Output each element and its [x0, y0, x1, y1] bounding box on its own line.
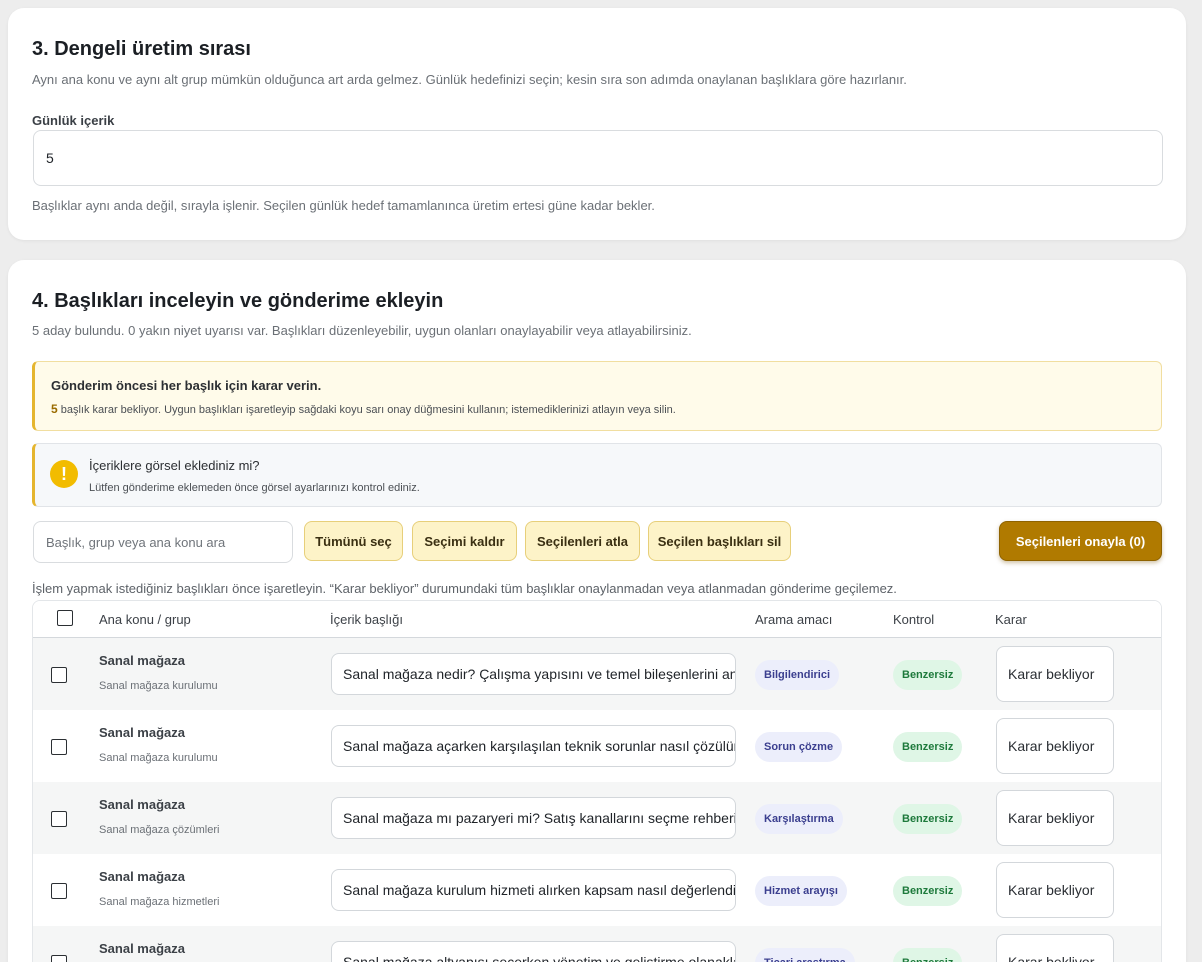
decision-select[interactable]: Karar bekliyor [996, 934, 1114, 962]
search-input[interactable] [33, 521, 293, 563]
row-topic: Sanal mağaza [99, 869, 185, 884]
row-title-input[interactable] [331, 653, 736, 695]
warning-text-line: 5 başlık karar bekliyor. Uygun başlıklar… [51, 402, 676, 416]
titles-table: Ana konu / grup İçerik başlığı Arama ama… [32, 600, 1162, 962]
production-order-card: 3. Dengeli üretim sırası Aynı ana konu v… [8, 8, 1186, 240]
warning-text: başlık karar bekliyor. Uygun başlıkları … [60, 404, 676, 416]
row-checkbox[interactable] [51, 883, 67, 899]
approve-selected-button[interactable]: Seçilenleri onayla (0) [999, 521, 1162, 561]
table-header: Ana konu / grup İçerik başlığı Arama ama… [33, 601, 1161, 638]
check-badge: Benzersiz [893, 804, 963, 834]
row-title-input[interactable] [331, 941, 736, 962]
table-row: Sanal mağaza Sanal mağaza kurulumu Bilgi… [33, 638, 1161, 710]
clear-selection-button[interactable]: Seçimi kaldır [412, 521, 517, 561]
table-row: Sanal mağaza Sanal mağaza çözümleri Karş… [33, 782, 1161, 854]
header-content-title: İçerik başlığı [330, 612, 403, 627]
intent-badge: Bilgilendirici [755, 660, 840, 690]
row-group: Sanal mağaza çözümleri [99, 824, 220, 836]
row-title-input[interactable] [331, 869, 736, 911]
row-topic: Sanal mağaza [99, 725, 185, 740]
table-row: Sanal mağaza Sanal mağaza hizmetleri Hiz… [33, 854, 1161, 926]
table-row: Sanal mağaza Ticari araştırma Benzersiz … [33, 926, 1161, 962]
check-badge: Benzersiz [893, 948, 963, 962]
decision-warning-box: Gönderim öncesi her başlık için karar ve… [32, 361, 1162, 431]
section3-title: 3. Dengeli üretim sırası [32, 38, 251, 60]
skip-selected-button[interactable]: Seçilenleri atla [525, 521, 640, 561]
warning-title: Gönderim öncesi her başlık için karar ve… [51, 378, 322, 393]
row-title-input[interactable] [331, 725, 736, 767]
decision-select[interactable]: Karar bekliyor [996, 646, 1114, 702]
select-all-checkbox[interactable] [57, 610, 73, 626]
image-reminder-box: ! İçeriklere görsel eklediniz mi? Lütfen… [32, 443, 1162, 507]
info-text: Lütfen gönderime eklemeden önce görsel a… [89, 482, 420, 494]
check-badge: Benzersiz [893, 732, 963, 762]
header-topic-group: Ana konu / grup [99, 612, 191, 627]
row-group: Sanal mağaza kurulumu [99, 752, 218, 764]
check-badge: Benzersiz [893, 876, 963, 906]
row-topic: Sanal mağaza [99, 653, 185, 668]
section4-title: 4. Başlıkları inceleyin ve gönderime ekl… [32, 290, 444, 312]
intent-badge: Karşılaştırma [755, 804, 843, 834]
selection-hint: İşlem yapmak istediğiniz başlıkları önce… [32, 581, 897, 596]
pending-count: 5 [51, 402, 58, 416]
row-group: Sanal mağaza kurulumu [99, 680, 218, 692]
decision-select[interactable]: Karar bekliyor [996, 790, 1114, 846]
row-title-input[interactable] [331, 797, 736, 839]
row-topic: Sanal mağaza [99, 797, 185, 812]
daily-content-label: Günlük içerik [32, 113, 115, 128]
section3-note: Başlıklar aynı anda değil, sırayla işlen… [32, 198, 655, 213]
row-topic: Sanal mağaza [99, 941, 185, 956]
daily-content-input[interactable] [33, 130, 1163, 186]
section3-description: Aynı ana konu ve aynı alt grup mümkün ol… [32, 72, 907, 87]
review-titles-card: 4. Başlıkları inceleyin ve gönderime ekl… [8, 260, 1186, 962]
exclamation-icon: ! [50, 460, 78, 488]
intent-badge: Ticari araştırma [755, 948, 855, 962]
row-checkbox[interactable] [51, 667, 67, 683]
header-decision: Karar [995, 612, 1027, 627]
intent-badge: Sorun çözme [755, 732, 843, 762]
header-check: Kontrol [893, 612, 935, 627]
decision-select[interactable]: Karar bekliyor [996, 718, 1114, 774]
decision-select[interactable]: Karar bekliyor [996, 862, 1114, 918]
intent-badge: Hizmet arayışı [755, 876, 847, 906]
check-badge: Benzersiz [893, 660, 963, 690]
row-checkbox[interactable] [51, 811, 67, 827]
row-checkbox[interactable] [51, 739, 67, 755]
section4-description: 5 aday bulundu. 0 yakın niyet uyarısı va… [32, 323, 692, 338]
header-search-intent: Arama amacı [755, 612, 833, 627]
select-all-button[interactable]: Tümünü seç [304, 521, 403, 561]
table-row: Sanal mağaza Sanal mağaza kurulumu Sorun… [33, 710, 1161, 782]
row-checkbox[interactable] [51, 955, 67, 962]
info-title: İçeriklere görsel eklediniz mi? [89, 458, 260, 473]
delete-selected-button[interactable]: Seçilen başlıkları sil [648, 521, 791, 561]
row-group: Sanal mağaza hizmetleri [99, 896, 220, 908]
